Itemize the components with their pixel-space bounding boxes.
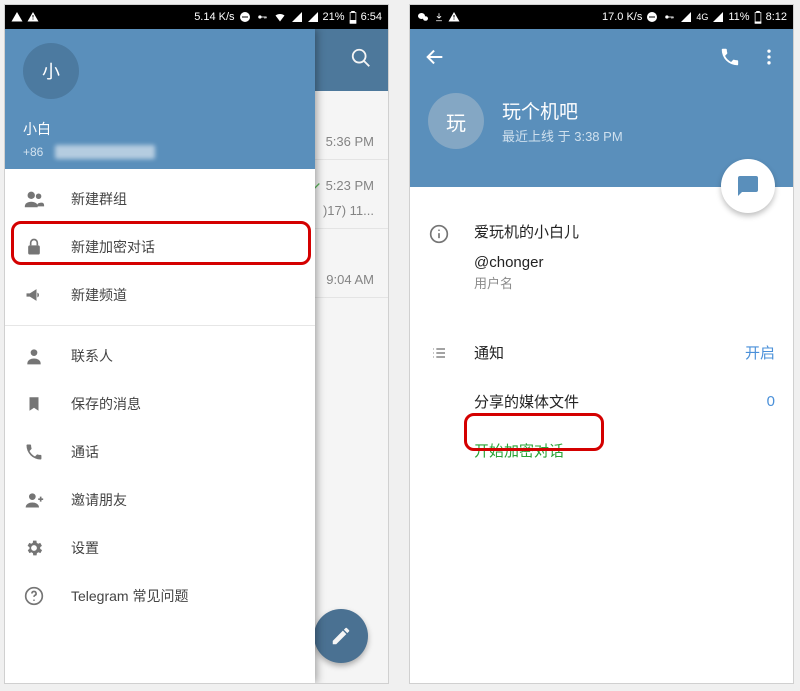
profile-name: 玩个机吧 xyxy=(502,97,623,124)
chat-time: 9:04 AM xyxy=(326,272,374,287)
status-bar: 5.14 K/s 21% 6:54 xyxy=(5,5,388,29)
wechat-icon xyxy=(416,11,430,23)
drawer-new-secret-chat[interactable]: 新建加密对话 xyxy=(5,223,315,271)
status-battery: 11% xyxy=(728,11,749,23)
megaphone-icon xyxy=(23,284,45,306)
notifications-label: 通知 xyxy=(474,342,745,363)
dnd-icon xyxy=(646,11,658,23)
start-secret-chat-row[interactable]: 开始加密对话 xyxy=(410,426,793,475)
wifi-alert-icon xyxy=(11,11,23,23)
status-bar: 17.0 K/s 4G 11% 8:12 xyxy=(410,5,793,29)
drawer-item-label: 通话 xyxy=(71,442,99,462)
drawer-contacts[interactable]: 联系人 xyxy=(5,332,315,380)
drawer-item-label: 新建频道 xyxy=(71,285,127,305)
start-secret-chat-label: 开始加密对话 xyxy=(474,440,775,461)
status-battery: 21% xyxy=(323,11,345,23)
drawer-item-label: 邀请朋友 xyxy=(71,490,127,510)
signal-icon xyxy=(680,11,692,23)
back-icon[interactable] xyxy=(424,46,446,73)
notifications-row[interactable]: 通知 开启 xyxy=(410,328,793,377)
shared-media-row[interactable]: 分享的媒体文件 0 xyxy=(410,377,793,426)
drawer-item-label: 新建群组 xyxy=(71,189,127,209)
drawer-invite[interactable]: 邀请朋友 xyxy=(5,476,315,524)
help-icon xyxy=(23,585,45,607)
divider xyxy=(5,325,315,326)
drawer-saved-messages[interactable]: 保存的消息 xyxy=(5,380,315,428)
drawer-faq[interactable]: Telegram 常见问题 xyxy=(5,572,315,620)
drawer-calls[interactable]: 通话 xyxy=(5,428,315,476)
call-icon[interactable] xyxy=(719,46,741,73)
chat-time: 5:36 PM xyxy=(326,134,374,149)
drawer-item-label: 保存的消息 xyxy=(71,394,141,414)
compose-fab[interactable] xyxy=(314,609,368,663)
drawer-header: 小 小白 +86 xyxy=(5,29,315,169)
status-speed: 17.0 K/s xyxy=(602,11,642,23)
profile-info-row[interactable]: 爱玩机的小白儿 @chonger 用户名 xyxy=(410,213,793,300)
profile-username-label: 用户名 xyxy=(474,273,579,292)
person-add-icon xyxy=(23,489,45,511)
battery-icon xyxy=(754,11,762,24)
group-icon xyxy=(23,188,45,210)
phone-left: 5.14 K/s 21% 6:54 5:36 PM 5:23 PM )17) 1… xyxy=(4,4,389,684)
shared-media-value: 0 xyxy=(767,393,775,410)
drawer-new-group[interactable]: 新建群组 xyxy=(5,175,315,223)
info-icon xyxy=(428,223,450,245)
profile-toolbar xyxy=(424,39,779,79)
chat-time: 5:23 PM xyxy=(310,178,374,193)
drawer-item-label: 联系人 xyxy=(71,346,113,366)
profile-status: 最近上线 于 3:38 PM xyxy=(502,126,623,145)
list-icon xyxy=(428,345,450,361)
shared-media-label: 分享的媒体文件 xyxy=(474,391,767,412)
phone-blur xyxy=(55,145,155,159)
profile-body: 爱玩机的小白儿 @chonger 用户名 通知 开启 分享的媒体文件 0 开始加… xyxy=(410,187,793,475)
dnd-icon xyxy=(239,11,251,23)
signal-icon-2 xyxy=(712,11,724,23)
status-time: 6:54 xyxy=(361,11,382,23)
vpn-key-icon xyxy=(662,12,676,22)
drawer-username: 小白 xyxy=(23,119,51,139)
drawer-body: 新建群组 新建加密对话 新建频道 联系人 保存的消息 通话 xyxy=(5,169,315,683)
drawer-settings[interactable]: 设置 xyxy=(5,524,315,572)
more-icon[interactable] xyxy=(759,46,779,73)
profile-bio: 爱玩机的小白儿 xyxy=(474,221,579,242)
warning-icon xyxy=(448,11,460,23)
profile-header: 玩 玩个机吧 最近上线 于 3:38 PM xyxy=(410,29,793,187)
drawer-phone: +86 xyxy=(23,145,43,159)
status-speed: 5.14 K/s xyxy=(194,11,234,23)
status-time: 8:12 xyxy=(766,11,787,23)
phone-right: 17.0 K/s 4G 11% 8:12 玩 玩个机吧 最近上线 于 3:38 … xyxy=(409,4,794,684)
profile-avatar[interactable]: 玩 xyxy=(428,93,484,149)
status-net: 4G xyxy=(696,12,708,22)
signal-icon-2 xyxy=(307,11,319,23)
avatar[interactable]: 小 xyxy=(23,43,79,99)
battery-icon xyxy=(349,11,357,24)
gear-icon xyxy=(23,537,45,559)
search-icon[interactable] xyxy=(350,47,372,74)
download-icon xyxy=(434,11,444,23)
drawer-item-label: 新建加密对话 xyxy=(71,237,155,257)
lock-icon xyxy=(23,236,45,258)
contact-icon xyxy=(23,345,45,367)
warning-icon xyxy=(27,11,39,23)
wifi-icon xyxy=(273,11,287,23)
nav-drawer: 小 小白 +86 新建群组 新建加密对话 新建频道 联系人 xyxy=(5,29,315,683)
chat-snippet: )17) 11... xyxy=(323,203,374,218)
profile-username: @chonger xyxy=(474,254,579,271)
message-fab[interactable] xyxy=(721,159,775,213)
bookmark-icon xyxy=(23,393,45,415)
drawer-item-label: 设置 xyxy=(71,538,99,558)
phone-icon xyxy=(23,441,45,463)
drawer-new-channel[interactable]: 新建频道 xyxy=(5,271,315,319)
signal-icon xyxy=(291,11,303,23)
vpn-key-icon xyxy=(255,12,269,22)
notifications-value: 开启 xyxy=(745,342,775,363)
drawer-item-label: Telegram 常见问题 xyxy=(71,586,188,606)
